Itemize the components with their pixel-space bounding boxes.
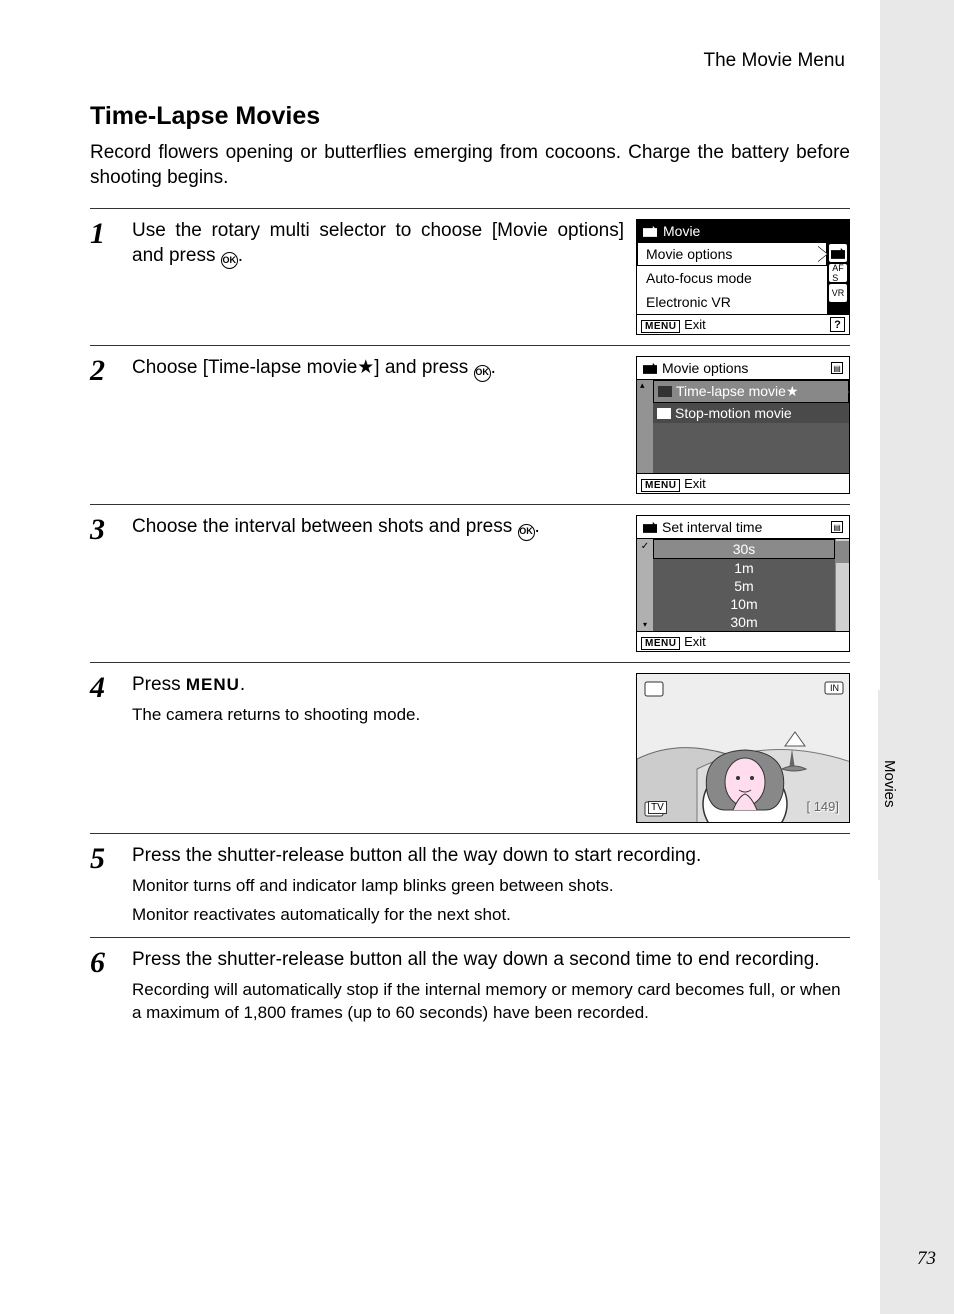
- page-title: Time-Lapse Movies: [90, 102, 850, 131]
- camera-screen-movie-menu: Movie Movie options Auto-focus mode Elec…: [636, 219, 850, 335]
- scroll-tab: [637, 380, 653, 473]
- exit-label: Exit: [684, 476, 706, 491]
- step-note: The camera returns to shooting mode.: [132, 704, 624, 727]
- card-icon: ▤: [831, 362, 843, 374]
- in-badge: IN: [830, 683, 839, 693]
- step-number: 3: [90, 515, 118, 652]
- camera-screen-movie-options: Movie options ▤ Time-lapse movie★ Stop-m…: [636, 356, 850, 494]
- step-number: 6: [90, 948, 118, 1025]
- screen-title: Set interval time: [662, 519, 762, 535]
- movie-icon: [643, 363, 657, 374]
- ok-icon: OK: [221, 252, 238, 269]
- step-number: 2: [90, 356, 118, 494]
- ok-icon: OK: [518, 524, 535, 541]
- step-3: 3 Choose the interval between shots and …: [90, 504, 850, 662]
- camera-screen-interval: Set interval time ▤ ✓▾ 30s 1m 5m 10m 30m: [636, 515, 850, 652]
- step-instruction: Choose [Time-lapse movie★] and press OK.: [132, 356, 624, 494]
- interval-5m: 5m: [653, 577, 835, 595]
- side-icon: [829, 244, 847, 262]
- step-5: 5 Press the shutter-release button all t…: [90, 833, 850, 937]
- film-icon: [658, 386, 672, 397]
- step-1: 1 Use the rotary multi selector to choos…: [90, 208, 850, 345]
- menu-badge: MENU: [641, 479, 680, 492]
- camera-screen-shooting: TV IN [ 149]: [636, 673, 850, 823]
- step-number: 5: [90, 844, 118, 927]
- page-number: 73: [917, 1248, 936, 1270]
- step-instruction: Use the rotary multi selector to choose …: [132, 219, 624, 335]
- movie-icon: [643, 522, 657, 533]
- film-icon: [657, 408, 671, 419]
- interval-1m: 1m: [653, 559, 835, 577]
- step-instruction: Choose the interval between shots and pr…: [132, 515, 624, 652]
- menu-item-evr: Electronic VR: [637, 290, 827, 314]
- frame-counter: [ 149]: [806, 799, 839, 814]
- scrollbar: [835, 539, 849, 631]
- scroll-tab: ✓▾: [637, 539, 653, 631]
- step-2: 2 Choose [Time-lapse movie★] and press O…: [90, 345, 850, 504]
- step-number: 4: [90, 673, 118, 823]
- tv-badge: TV: [648, 801, 667, 814]
- option-timelapse: Time-lapse movie★: [653, 380, 849, 403]
- step-note: Monitor reactivates automatically for th…: [132, 904, 850, 927]
- step-note: Monitor turns off and indicator lamp bli…: [132, 875, 850, 898]
- step-note: Recording will automatically stop if the…: [132, 979, 850, 1025]
- exit-label: Exit: [684, 634, 706, 649]
- card-icon: ▤: [831, 521, 843, 533]
- menu-badge: MENU: [641, 320, 680, 333]
- side-icon: AFS: [829, 264, 847, 282]
- intro-text: Record flowers opening or butterflies em…: [90, 141, 850, 190]
- screen-title: Movie options: [662, 360, 748, 376]
- step-instruction: Press MENU. The camera returns to shooti…: [132, 673, 624, 823]
- interval-10m: 10m: [653, 595, 835, 613]
- menu-badge: MENU: [641, 637, 680, 650]
- step-6: 6 Press the shutter-release button all t…: [90, 937, 850, 1035]
- chapter-tab-label: Movies: [881, 760, 898, 808]
- exit-label: Exit: [684, 317, 706, 332]
- step-instruction: Press the shutter-release button all the…: [132, 948, 850, 1025]
- screen-title: Movie: [663, 223, 700, 239]
- step-4: 4 Press MENU. The camera returns to shoo…: [90, 662, 850, 833]
- interval-30s: 30s: [653, 539, 835, 559]
- ok-icon: OK: [474, 365, 491, 382]
- side-icons: AFS VR: [827, 242, 849, 314]
- side-icon: VR: [829, 284, 847, 302]
- help-icon: ?: [830, 317, 845, 332]
- step-number: 1: [90, 219, 118, 335]
- menu-item-movie-options: Movie options: [637, 242, 827, 266]
- option-stopmotion: Stop-motion movie: [653, 403, 849, 423]
- interval-30m: 30m: [653, 613, 835, 631]
- movie-icon: [643, 226, 657, 237]
- chapter-heading: The Movie Menu: [90, 50, 850, 72]
- menu-word: MENU: [186, 675, 240, 694]
- step-instruction: Press the shutter-release button all the…: [132, 844, 850, 927]
- menu-item-af-mode: Auto-focus mode: [637, 266, 827, 290]
